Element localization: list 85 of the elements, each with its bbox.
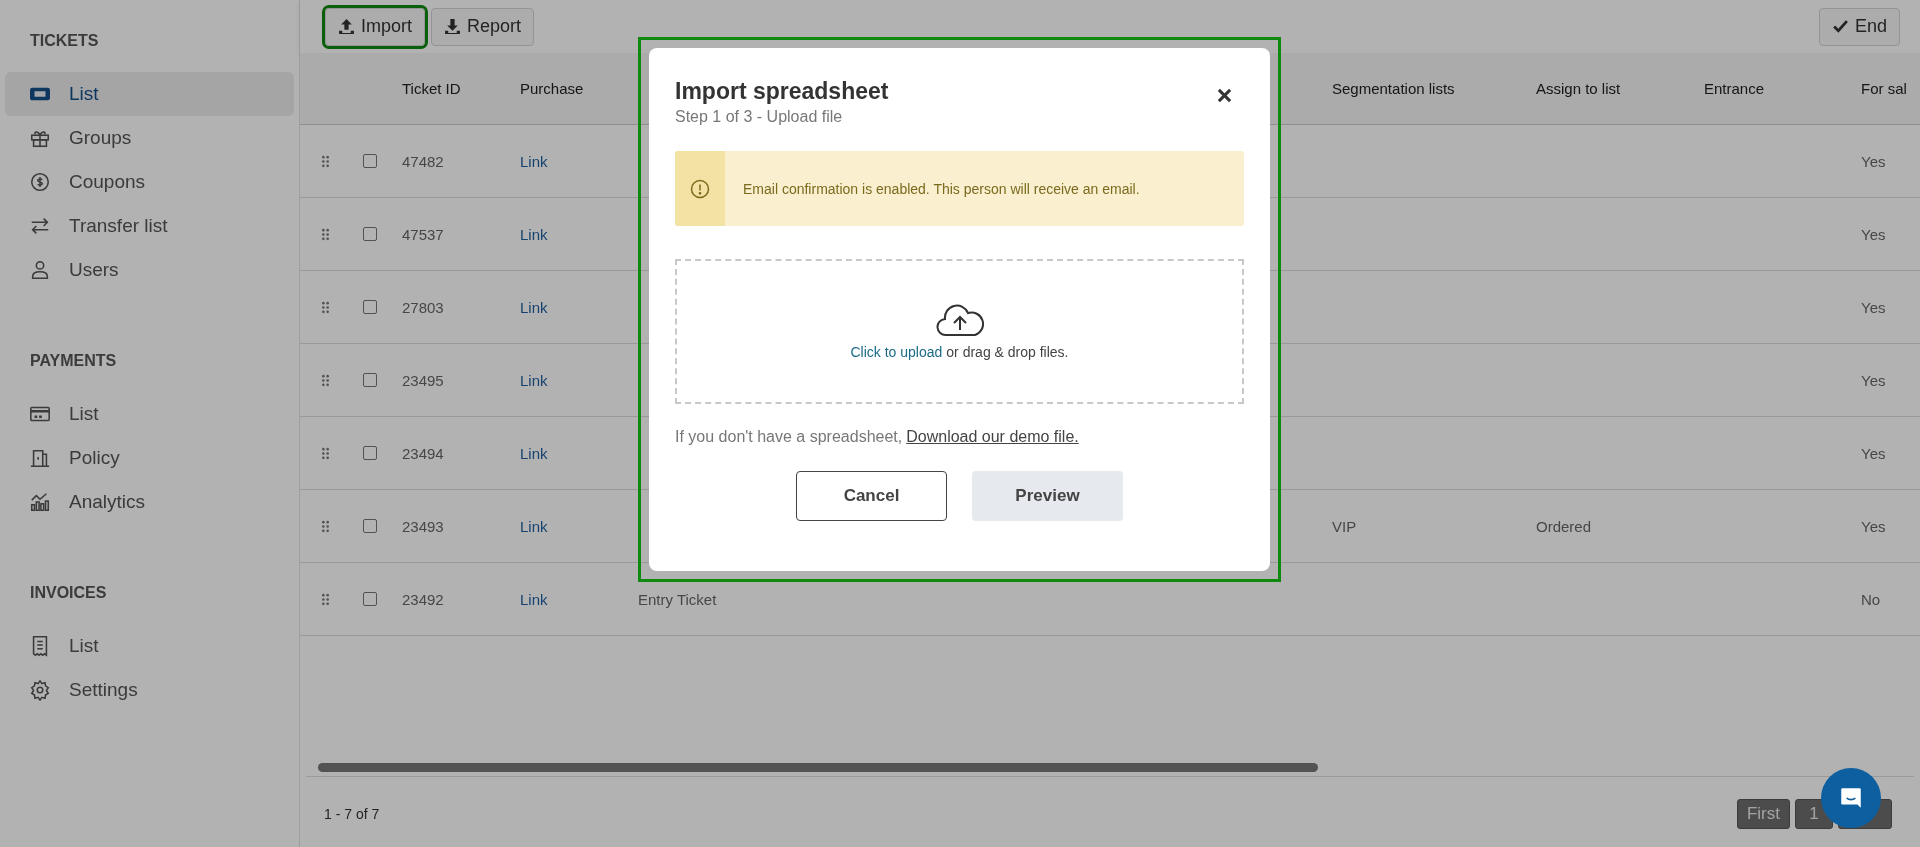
table-cell: Entry Ticket [638, 590, 717, 608]
sidebar-item[interactable]: List [5, 392, 294, 436]
hint-text: If you don't have a spreadsheet, [675, 428, 903, 446]
table-cell: Yes [1861, 371, 1886, 389]
dialog-title: Import spreadsheet [675, 78, 889, 105]
cancel-button[interactable]: Cancel [796, 471, 947, 521]
dialog-subtitle: Step 1 of 3 - Upload file [675, 108, 844, 126]
swap-icon [29, 215, 51, 237]
table-cell: Yes [1861, 298, 1886, 316]
sidebar-item[interactable]: Analytics [5, 480, 294, 524]
preview-button[interactable]: Preview [972, 471, 1123, 521]
section-heading: PAYMENTS [29, 351, 118, 371]
cloud-upload-icon [935, 303, 984, 338]
table-cell: No [1861, 590, 1881, 608]
drag-handle-icon[interactable] [320, 154, 330, 168]
purchase-link[interactable]: Link [520, 517, 548, 535]
table-cell: 47482 [402, 152, 444, 170]
row-checkbox[interactable] [363, 154, 377, 168]
row-checkbox[interactable] [363, 446, 377, 460]
table-cell: 27803 [402, 298, 444, 316]
sidebar-item[interactable]: List [5, 624, 294, 668]
purchase-link[interactable]: Link [520, 371, 548, 389]
section-heading: TICKETS [29, 31, 100, 51]
purchase-link[interactable]: Link [520, 152, 548, 170]
table-cell: 47537 [402, 225, 444, 243]
table-cell: 23495 [402, 371, 444, 389]
row-checkbox[interactable] [363, 300, 377, 314]
drag-handle-icon[interactable] [320, 373, 330, 387]
column-header: Entrance [1704, 80, 1766, 97]
toolbar-button[interactable]: Import [325, 7, 425, 46]
gear-icon [29, 679, 51, 701]
coin-icon [29, 171, 51, 193]
download-icon [444, 18, 461, 35]
checkmark-icon [1831, 18, 1849, 35]
row-checkbox[interactable] [363, 227, 377, 241]
drag-handle-icon[interactable] [320, 446, 330, 460]
upload-icon [338, 18, 355, 35]
pagination-button[interactable]: First [1736, 799, 1790, 829]
table-cell: Yes [1861, 517, 1886, 535]
column-header: Ticket ID [402, 80, 462, 97]
row-checkbox[interactable] [363, 592, 377, 606]
drag-handle-icon[interactable] [320, 592, 330, 606]
table-cell: Yes [1861, 225, 1886, 243]
column-header: Segmentation lists [1332, 80, 1456, 97]
purchase-link[interactable]: Link [520, 225, 548, 243]
page-range: 1 - 7 of 7 [324, 806, 380, 822]
purchase-link[interactable]: Link [520, 298, 548, 316]
drag-handle-icon[interactable] [320, 227, 330, 241]
table-cell: 23493 [402, 517, 444, 535]
sidebar-item[interactable]: Users [5, 248, 294, 292]
sidebar-item[interactable]: Coupons [5, 160, 294, 204]
chat-launcher[interactable] [1821, 768, 1881, 828]
sidebar-item[interactable]: Settings [5, 668, 294, 712]
table-cell: Yes [1861, 444, 1886, 462]
drag-handle-icon[interactable] [320, 300, 330, 314]
warning-icon [690, 178, 710, 199]
upload-link[interactable]: Click to upload [850, 343, 943, 360]
sidebar-item[interactable]: Policy [5, 436, 294, 480]
demo-file-link[interactable]: Download our demo file. [906, 428, 1079, 446]
column-header: Assign to list [1536, 80, 1622, 97]
sidebar-item[interactable]: List [5, 72, 294, 116]
toolbar-button[interactable]: Report [431, 7, 535, 46]
sidebar-item[interactable]: Transfer list [5, 204, 294, 248]
sidebar-item[interactable]: Groups [5, 116, 294, 160]
column-header: Purchase [520, 80, 585, 97]
table-cell: VIP [1332, 517, 1357, 535]
building-icon [29, 447, 51, 469]
drag-handle-icon[interactable] [320, 519, 330, 533]
file-drop-zone[interactable]: Click to upload or drag & drop files. [675, 259, 1244, 404]
table-cell: Yes [1861, 152, 1886, 170]
user-icon [29, 259, 51, 281]
table-cell: 23494 [402, 444, 444, 462]
chart-icon [29, 491, 51, 513]
table-cell: Ordered [1536, 517, 1592, 535]
purchase-link[interactable]: Link [520, 590, 548, 608]
drop-instructions: or drag & drop files. [946, 343, 1069, 360]
end-button[interactable]: End [1818, 7, 1900, 46]
alert-message: Email confirmation is enabled. This person will receive an email. [743, 180, 1140, 197]
table-cell: 23492 [402, 590, 444, 608]
row-checkbox[interactable] [363, 519, 377, 533]
purchase-link[interactable]: Link [520, 444, 548, 462]
column-header: For sal [1861, 80, 1908, 97]
row-checkbox[interactable] [363, 373, 377, 387]
close-icon[interactable] [1217, 88, 1232, 103]
section-heading: INVOICES [29, 583, 108, 603]
